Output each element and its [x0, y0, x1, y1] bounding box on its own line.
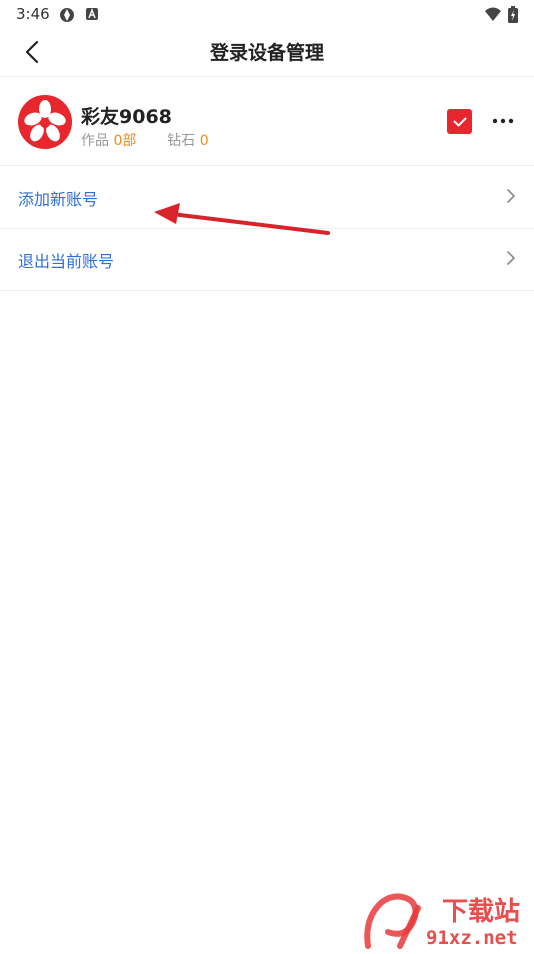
watermark-logo: 下载站 91xz.net [360, 888, 534, 950]
annotation-arrow [154, 203, 330, 235]
watermark-brand-text: 下载站 [442, 897, 520, 927]
watermark-site-text: 91xz.net [426, 927, 518, 949]
